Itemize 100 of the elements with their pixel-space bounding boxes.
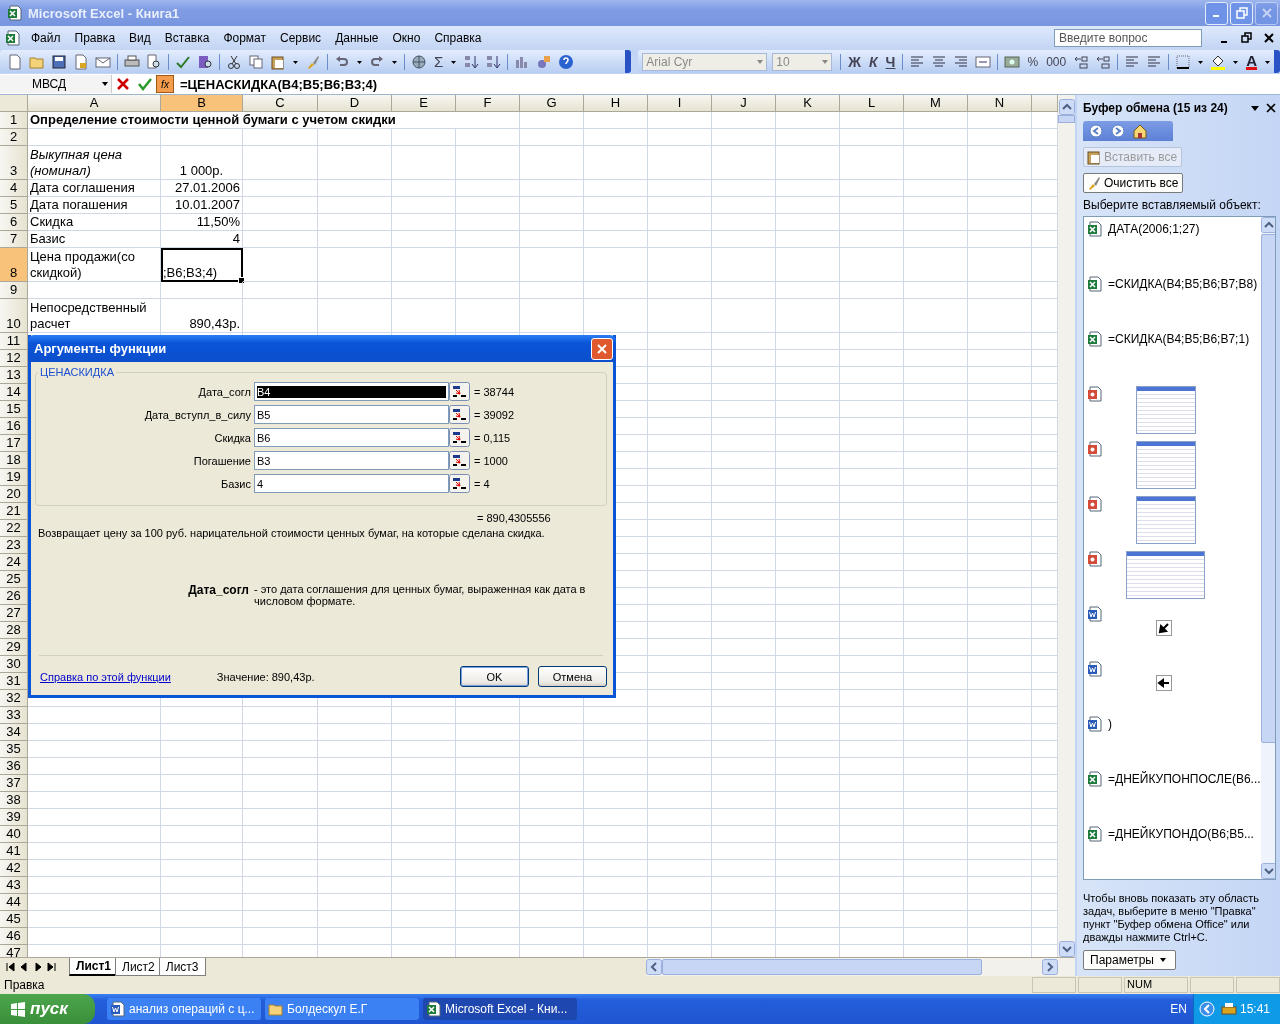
excel-document-icon[interactable] [1087, 771, 1103, 787]
scroll-down-icon[interactable] [1058, 941, 1075, 957]
column-header[interactable]: E [392, 95, 456, 112]
excel-document-icon[interactable] [1087, 276, 1103, 292]
lock-page-icon[interactable] [73, 53, 89, 70]
column-header[interactable]: G [520, 95, 584, 112]
column-header[interactable]: K [776, 95, 840, 112]
language-indicator[interactable]: EN [1170, 1002, 1187, 1016]
menu-item[interactable]: Формат [216, 29, 274, 47]
sum-button[interactable]: Σ [434, 53, 444, 70]
name-box[interactable]: МВСД [0, 75, 112, 93]
decrease-decimal-icon[interactable] [1095, 53, 1112, 70]
insert-function-button[interactable]: fx [156, 75, 174, 93]
argument-field[interactable]: 4 [254, 474, 449, 493]
printer-icon[interactable] [124, 53, 140, 70]
collapse-dialog-icon[interactable] [449, 474, 470, 493]
row-header[interactable]: 11 [0, 333, 28, 350]
row-header[interactable]: 5 [0, 197, 28, 214]
row-header[interactable]: 28 [0, 622, 28, 639]
percent-button[interactable]: % [1027, 54, 1039, 69]
column-header[interactable]: L [840, 95, 904, 112]
excel-document-icon[interactable] [7, 5, 23, 21]
clipboard-item-text[interactable]: =СКИДКА(B4;B5;B6;B7;1) [1108, 332, 1250, 346]
column-header[interactable]: F [456, 95, 520, 112]
excel-document-icon[interactable] [1087, 221, 1103, 237]
column-header[interactable]: A [28, 95, 161, 112]
argument-field[interactable]: B6 [254, 428, 449, 447]
page-magnifier-icon[interactable] [146, 53, 162, 70]
page-icon[interactable] [7, 53, 23, 70]
row-header[interactable]: 35 [0, 741, 28, 758]
small-restore-icon[interactable] [1239, 30, 1255, 46]
scroll-up-icon[interactable] [1260, 217, 1275, 233]
menu-item[interactable]: Файл [24, 29, 68, 47]
italic-button[interactable]: К [869, 53, 878, 70]
merge-cells-icon[interactable] [975, 53, 992, 70]
dropdown-caret-icon[interactable] [1250, 103, 1260, 113]
tray-printer-icon[interactable] [1220, 1001, 1237, 1017]
row-header[interactable]: 16 [0, 418, 28, 435]
borders-icon[interactable] [1175, 53, 1192, 70]
indent-icon[interactable] [1146, 53, 1163, 70]
row-header[interactable]: 37 [0, 775, 28, 792]
row-header[interactable]: 43 [0, 877, 28, 894]
taskbar-button[interactable]: анализ операций с ц... [107, 998, 261, 1020]
scroll-up-icon[interactable] [1058, 99, 1075, 115]
row-header[interactable]: 44 [0, 894, 28, 911]
windows-flag-icon[interactable] [10, 1001, 26, 1017]
home-icon[interactable] [1132, 123, 1148, 139]
row-header[interactable]: 4 [0, 180, 28, 197]
currency-icon[interactable] [1004, 53, 1021, 70]
folder-small-icon[interactable] [268, 1001, 284, 1017]
sheet-tab[interactable]: Лист2 [115, 958, 162, 976]
thousands-button[interactable]: 000 [1046, 54, 1067, 69]
menu-item[interactable]: Вид [122, 29, 158, 47]
row-header[interactable]: 46 [0, 928, 28, 945]
brush-icon[interactable] [305, 53, 321, 70]
row-header[interactable]: 21 [0, 503, 28, 520]
row-header[interactable]: 23 [0, 537, 28, 554]
taskbar-button[interactable]: Болдескул Е.Г [265, 998, 419, 1020]
excel-document-icon[interactable] [1087, 826, 1103, 842]
scrollbar-thumb[interactable] [1260, 234, 1275, 743]
row-header[interactable]: 41 [0, 843, 28, 860]
bold-button[interactable]: Ж [848, 53, 861, 70]
row-header[interactable]: 10 [0, 299, 28, 333]
row-header[interactable]: 31 [0, 673, 28, 690]
cross-icon[interactable] [115, 76, 131, 92]
row-header[interactable]: 7 [0, 231, 28, 248]
fill-bucket-icon[interactable] [1210, 53, 1227, 70]
collapse-dialog-icon[interactable] [449, 428, 470, 447]
scroll-down-icon[interactable] [1260, 863, 1275, 879]
align-left-icon[interactable] [909, 53, 926, 70]
picture-document-icon[interactable] [1087, 496, 1103, 512]
row-header[interactable]: 47 [0, 945, 28, 957]
formula-field[interactable]: =ЦЕНАСКИДКА(B4;B5;B6;B3;4) [180, 76, 378, 92]
word-document-icon[interactable] [1087, 606, 1103, 622]
row-header[interactable]: 24 [0, 554, 28, 571]
globe-icon[interactable] [411, 53, 427, 70]
row-header[interactable]: 39 [0, 809, 28, 826]
row-header[interactable]: 1 [0, 112, 28, 129]
brush-icon[interactable] [1086, 175, 1102, 191]
row-header[interactable]: 3 [0, 146, 28, 180]
argument-field[interactable]: B5 [254, 405, 449, 424]
dialog-button[interactable]: Отмена [538, 666, 607, 687]
close-icon[interactable] [1266, 103, 1276, 113]
column-header[interactable]: I [648, 95, 712, 112]
row-header[interactable]: 13 [0, 367, 28, 384]
row-header[interactable]: 32 [0, 690, 28, 707]
checkmark-icon[interactable] [137, 76, 153, 92]
row-header[interactable]: 19 [0, 469, 28, 486]
row-header[interactable]: 2 [0, 129, 28, 146]
options-button[interactable]: Параметры [1083, 950, 1176, 970]
picture-document-icon[interactable] [1087, 441, 1103, 457]
column-header[interactable]: J [712, 95, 776, 112]
outdent-icon[interactable] [1124, 53, 1141, 70]
row-header[interactable]: 15 [0, 401, 28, 418]
column-header[interactable]: M [904, 95, 968, 112]
book-magnifier-icon[interactable] [197, 53, 213, 70]
clipboard-item-text[interactable]: =СКИДКА(B4;B5;B6;B7;B8) [1108, 277, 1258, 291]
excel-document-icon[interactable] [5, 30, 21, 46]
menu-item[interactable]: Справка [427, 29, 489, 47]
align-center-icon[interactable] [931, 53, 948, 70]
